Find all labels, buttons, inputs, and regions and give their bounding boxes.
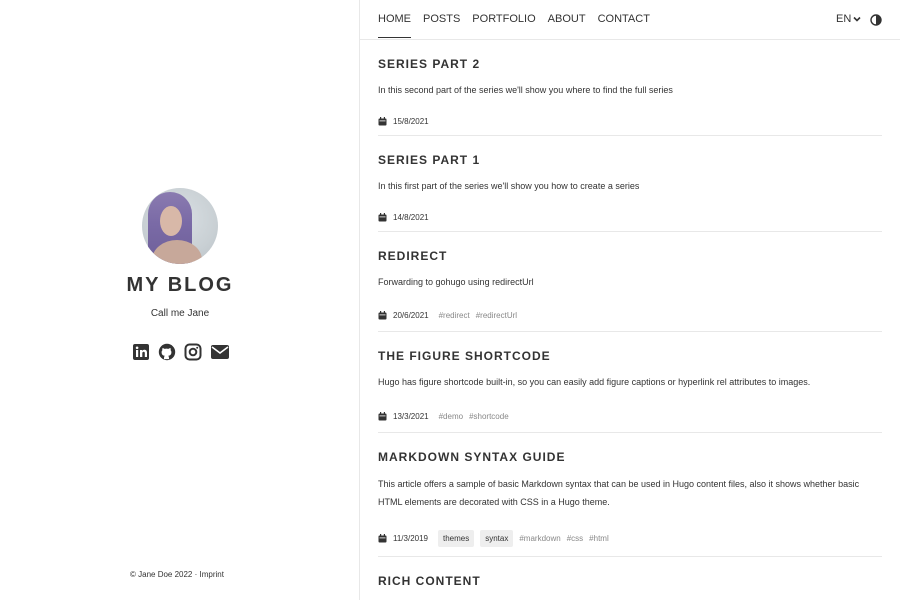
language-label: EN [836,13,852,25]
post-tag[interactable]: #demo [439,412,463,421]
language-selector[interactable]: EN [836,13,861,25]
category-pill[interactable]: syntax [480,530,514,547]
sidebar-footer: © Jane Doe 2022 · Imprint [130,570,224,579]
post-date: 20/6/2021 [393,311,429,320]
post-date: 14/8/2021 [393,213,429,222]
calendar-icon [378,311,387,320]
sidebar: MY BLOG Call me Jane © Jane Doe 2022 · I… [0,0,360,600]
post-date: 15/8/2021 [393,117,429,126]
post-meta: 20/6/2021 #redirect #redirectUrl [378,311,517,320]
avatar-face [160,206,182,236]
top-nav: HOME POSTS PORTFOLIO ABOUT CONTACT EN [360,0,900,40]
theme-toggle-icon[interactable] [870,13,882,26]
post-tag[interactable]: #redirect [439,311,470,320]
post-summary: This article offers a sample of basic Ma… [378,479,860,507]
imprint-link[interactable]: Imprint [200,570,224,579]
post-meta: 11/3/2019 themes syntax #markdown #css #… [378,530,609,547]
post-title[interactable]: MARKDOWN SYNTAX GUIDE [378,450,565,464]
nav-posts[interactable]: POSTS [423,13,460,25]
post-title[interactable]: SERIES PART 1 [378,153,480,167]
calendar-icon [378,117,387,126]
social-links [132,343,230,361]
post-tag[interactable]: #css [567,534,583,543]
post-list: SERIES PART 2 In this second part of the… [378,40,882,600]
post-summary: In this first part of the series we'll s… [378,181,640,191]
post-tag[interactable]: #redirectUrl [476,311,517,320]
post-item: RICH CONTENT [378,557,882,600]
post-tag[interactable]: #markdown [519,534,560,543]
post-title[interactable]: SERIES PART 2 [378,57,480,71]
category-pill[interactable]: themes [438,530,475,547]
post-tag[interactable]: #html [589,534,609,543]
post-item: SERIES PART 2 In this second part of the… [378,40,882,136]
post-date: 13/3/2021 [393,412,429,421]
calendar-icon [378,213,387,222]
blog-title[interactable]: MY BLOG [0,274,360,297]
nav-portfolio[interactable]: PORTFOLIO [472,13,535,25]
post-item: SERIES PART 1 In this first part of the … [378,136,882,232]
post-summary: Forwarding to gohugo using redirectUrl [378,277,534,287]
post-item: THE FIGURE SHORTCODE Hugo has figure sho… [378,332,882,433]
copyright-text: © Jane Doe 2022 · [130,570,198,579]
post-item: MARKDOWN SYNTAX GUIDE This article offer… [378,433,882,557]
post-item: REDIRECT Forwarding to gohugo using redi… [378,232,882,332]
post-title[interactable]: RICH CONTENT [378,574,481,588]
post-tag[interactable]: #shortcode [469,412,509,421]
calendar-icon [378,412,387,421]
post-summary: Hugo has figure shortcode built-in, so y… [378,377,811,387]
avatar[interactable] [142,188,218,264]
post-summary: In this second part of the series we'll … [378,85,673,95]
nav-contact[interactable]: CONTACT [598,13,650,25]
nav-home[interactable]: HOME [378,13,411,38]
instagram-icon[interactable] [184,343,202,361]
blog-subtitle: Call me Jane [150,308,210,319]
calendar-icon [378,534,387,543]
github-icon[interactable] [158,343,176,361]
post-meta: 15/8/2021 [378,117,429,126]
email-icon[interactable] [210,343,230,361]
post-meta: 13/3/2021 #demo #shortcode [378,412,509,421]
post-title[interactable]: REDIRECT [378,249,447,263]
linkedin-icon[interactable] [132,343,150,361]
post-title[interactable]: THE FIGURE SHORTCODE [378,349,551,363]
post-date: 11/3/2019 [393,534,428,543]
nav-menu: HOME POSTS PORTFOLIO ABOUT CONTACT [378,13,650,38]
chevron-down-icon [853,16,861,22]
nav-about[interactable]: ABOUT [548,13,586,25]
post-meta: 14/8/2021 [378,213,429,222]
